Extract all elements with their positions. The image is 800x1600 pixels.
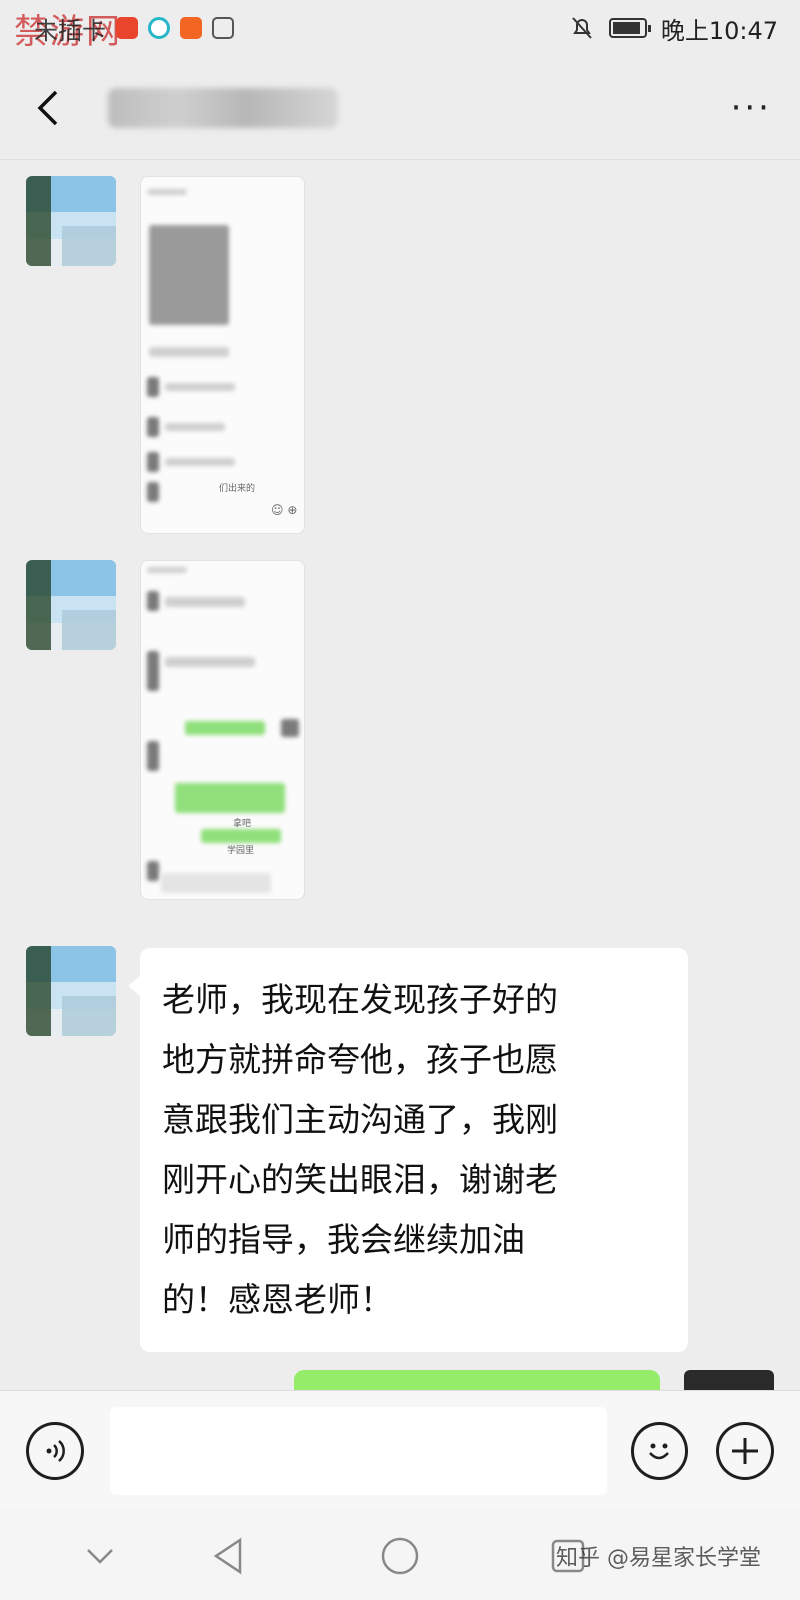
text-message-bubble[interactable]: 老师，我现在发现孩子好的 地方就拼命夸他，孩子也愿 意跟我们主动沟通了，我刚 刚… bbox=[128, 948, 688, 1352]
circle-home-icon bbox=[381, 1537, 419, 1575]
carrier-label: 未插卡 bbox=[34, 16, 106, 45]
plus-icon bbox=[732, 1437, 759, 1464]
nav-back-button[interactable] bbox=[200, 1528, 256, 1584]
status-time: 晚上10:47 bbox=[660, 16, 778, 45]
status-bar: 未插卡 晚上10:47 bbox=[0, 0, 800, 56]
voice-icon bbox=[46, 1439, 65, 1462]
chevron-down-icon bbox=[87, 1549, 113, 1564]
mute-bell-icon bbox=[572, 17, 592, 39]
emoji-icon bbox=[649, 1443, 670, 1459]
image-label: 学园里 bbox=[227, 846, 255, 856]
image-message[interactable]: 们出来的 ☺ ⊕ bbox=[140, 176, 305, 534]
message-line: 地方就拼命夸他，孩子也愿 bbox=[162, 1040, 558, 1079]
message-line: 老师，我现在发现孩子好的 bbox=[162, 980, 558, 1019]
more-button[interactable]: ··· bbox=[731, 88, 772, 128]
nav-hide-button[interactable] bbox=[72, 1528, 128, 1584]
watermark-bottom: 知乎 @易星家长学堂 bbox=[556, 1546, 761, 1571]
image-caption: 们出来的 bbox=[219, 484, 256, 494]
app-icon-3 bbox=[180, 17, 202, 39]
voice-button[interactable] bbox=[26, 1421, 84, 1480]
app-icon-2 bbox=[148, 17, 170, 39]
image-message[interactable]: 拿吧 学园里 bbox=[140, 560, 305, 900]
outgoing-message-bubble[interactable] bbox=[294, 1370, 660, 1390]
sender-avatar[interactable] bbox=[26, 176, 116, 266]
image-label: 拿吧 bbox=[233, 819, 252, 829]
message-line: 师的指导，我会继续加油 bbox=[162, 1220, 525, 1259]
message-line: 的！感恩老师！ bbox=[162, 1280, 393, 1319]
sender-avatar[interactable] bbox=[26, 946, 116, 1036]
message-input[interactable] bbox=[109, 1406, 607, 1495]
emoji-button[interactable] bbox=[630, 1421, 689, 1480]
battery-icon bbox=[608, 18, 651, 38]
app-icon-1 bbox=[116, 17, 138, 39]
upload-icon bbox=[212, 17, 234, 39]
nav-home-button[interactable] bbox=[372, 1528, 428, 1584]
message-line: 意跟我们主动沟通了，我刚 bbox=[162, 1100, 558, 1139]
message-line: 刚开心的笑出眼泪，谢谢老 bbox=[162, 1160, 558, 1199]
chevron-left-icon bbox=[37, 90, 58, 125]
image-emoji-icon: ☺ ⊕ bbox=[271, 503, 298, 517]
back-button[interactable] bbox=[28, 88, 68, 128]
self-avatar[interactable] bbox=[684, 1370, 774, 1390]
chat-title-redacted bbox=[108, 87, 338, 128]
title-bar: ··· bbox=[0, 56, 800, 160]
plus-button[interactable] bbox=[716, 1421, 775, 1480]
triangle-back-icon bbox=[213, 1537, 242, 1575]
input-bar bbox=[0, 1390, 800, 1510]
sender-avatar[interactable] bbox=[26, 560, 116, 650]
